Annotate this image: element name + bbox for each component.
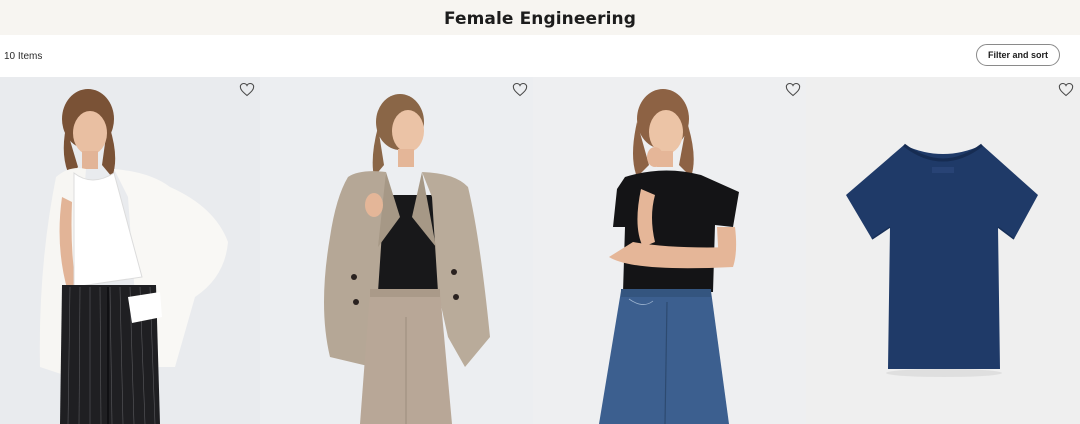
product-image[interactable]	[533, 77, 806, 424]
heart-outline-icon[interactable]	[239, 82, 255, 97]
product-grid	[0, 77, 1080, 424]
product-image[interactable]	[260, 77, 533, 424]
page-header: Female Engineering	[0, 0, 1080, 35]
results-toolbar: 10 Items Filter and sort	[0, 35, 1080, 77]
item-count: 10 Items	[4, 51, 43, 62]
product-card[interactable]	[0, 77, 260, 424]
page-title: Female Engineering	[443, 8, 637, 29]
product-card[interactable]	[260, 77, 533, 424]
filter-and-sort-button[interactable]: Filter and sort	[976, 44, 1060, 66]
heart-outline-icon[interactable]	[512, 82, 528, 97]
product-card[interactable]	[533, 77, 806, 424]
heart-outline-icon[interactable]	[1058, 82, 1074, 97]
heart-outline-icon[interactable]	[785, 82, 801, 97]
product-card[interactable]	[806, 77, 1080, 424]
product-image[interactable]	[806, 77, 1080, 424]
product-image[interactable]	[0, 77, 260, 424]
